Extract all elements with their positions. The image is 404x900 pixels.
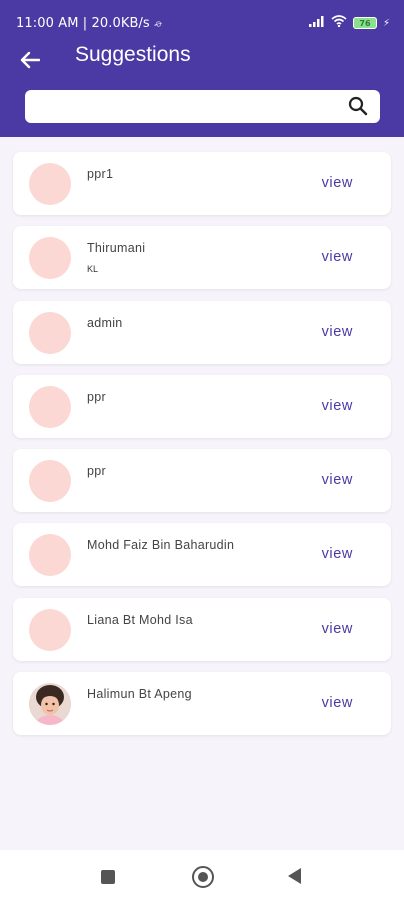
system-nav-bar (0, 850, 404, 900)
avatar (29, 311, 71, 354)
suggestion-name: Liana Bt Mohd Isa (87, 612, 193, 627)
view-button[interactable]: view (322, 324, 353, 340)
data-saver-icon: ⌮ (154, 17, 163, 30)
child-photo-icon (29, 683, 71, 726)
suggestions-list: ppr1 view Thirumani KL view admin view p… (13, 152, 391, 746)
suggestion-card[interactable]: Mohd Faiz Bin Baharudin view (13, 523, 391, 587)
view-button[interactable]: view (322, 398, 353, 414)
view-button[interactable]: view (322, 249, 353, 265)
search-input[interactable] (25, 90, 335, 123)
arrow-left-icon (20, 51, 40, 69)
charging-icon: ⚡ (382, 17, 390, 29)
avatar (29, 163, 71, 205)
avatar (29, 385, 71, 428)
suggestion-name: Mohd Faiz Bin Baharudin (87, 538, 235, 553)
status-left: 11:00 AM | 20.0KB/s ⌮ (16, 16, 162, 31)
suggestion-card[interactable]: ppr1 view (13, 152, 391, 215)
avatar (29, 608, 71, 651)
wifi-icon (331, 15, 347, 31)
avatar (29, 460, 71, 503)
suggestion-name: Halimun Bt Apeng (87, 687, 192, 702)
suggestion-name: Thirumani (87, 241, 146, 256)
suggestion-card[interactable]: Halimun Bt Apeng view (13, 672, 391, 736)
suggestion-name: admin (87, 315, 123, 330)
status-speed: 20.0KB/s (91, 16, 150, 31)
view-button[interactable]: view (322, 175, 353, 191)
view-button[interactable]: view (322, 546, 353, 562)
search-bar (25, 90, 380, 123)
battery-icon: 76 (352, 17, 377, 29)
suggestion-card[interactable]: ppr view (13, 374, 391, 438)
status-right: 76 ⚡ (308, 15, 390, 31)
suggestion-name: ppr (87, 389, 106, 404)
suggestion-card[interactable]: ppr view (13, 449, 391, 513)
suggestion-card[interactable]: Thirumani KL view (13, 226, 391, 290)
back-button[interactable] (16, 46, 44, 74)
signal-icon (308, 15, 325, 31)
suggestion-name: ppr (87, 464, 106, 479)
avatar-photo (29, 683, 71, 726)
view-button[interactable]: view (322, 472, 353, 488)
avatar (29, 237, 71, 280)
back-triangle-icon[interactable] (288, 868, 301, 884)
view-button[interactable]: view (322, 695, 353, 711)
search-icon[interactable] (348, 96, 368, 116)
home-circle-icon[interactable] (192, 866, 214, 888)
status-time: 11:00 AM (16, 16, 79, 31)
suggestion-card[interactable]: Liana Bt Mohd Isa view (13, 597, 391, 661)
view-button[interactable]: view (322, 621, 353, 637)
status-bar: 11:00 AM | 20.0KB/s ⌮ 76 ⚡ (0, 0, 404, 48)
avatar (29, 534, 71, 577)
page-title: Suggestions (75, 43, 191, 66)
suggestion-subtitle: KL (87, 264, 99, 275)
recents-square-icon[interactable] (101, 870, 115, 884)
suggestion-card[interactable]: admin view (13, 300, 391, 364)
suggestion-name: ppr1 (87, 167, 114, 181)
app-header: 11:00 AM | 20.0KB/s ⌮ 76 ⚡ Suggestions (0, 0, 404, 137)
